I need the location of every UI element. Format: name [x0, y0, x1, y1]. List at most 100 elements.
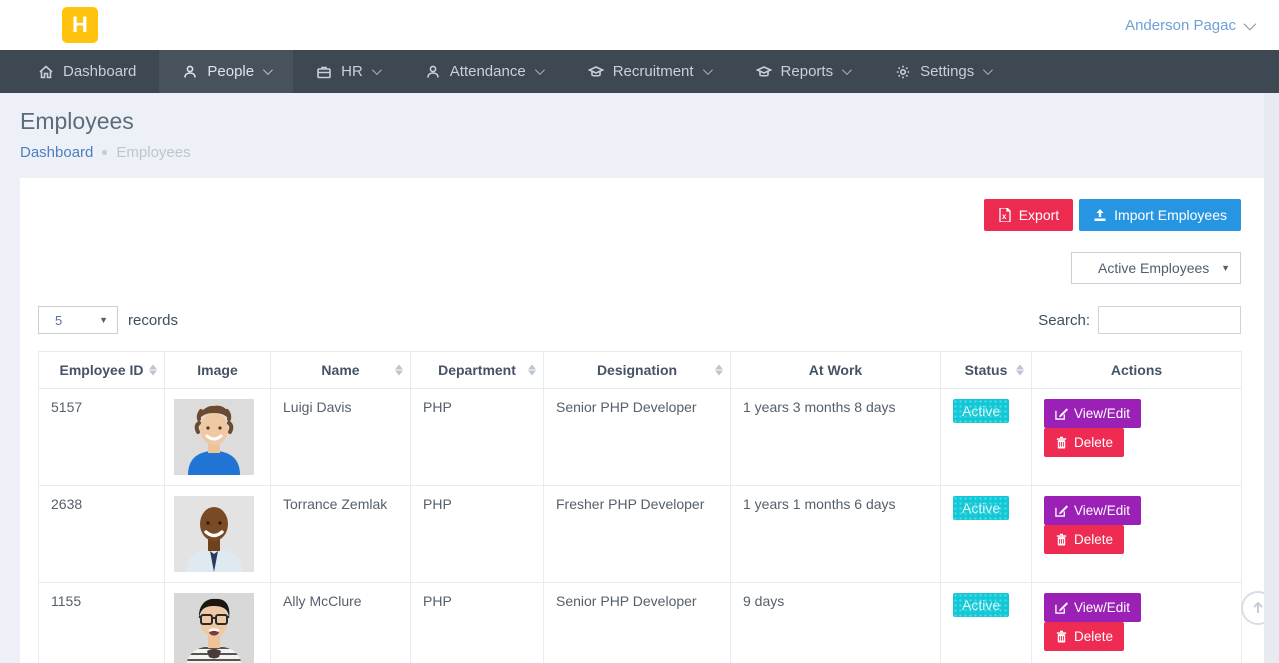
delete-button[interactable]: Delete	[1044, 622, 1124, 651]
chevron-down-icon	[535, 65, 545, 75]
cell-department: PHP	[411, 389, 544, 486]
cell-at-work: 1 years 1 months 6 days	[731, 486, 941, 583]
edit-icon	[1055, 504, 1068, 517]
cell-designation: Fresher PHP Developer	[544, 486, 731, 583]
view-edit-button[interactable]: View/Edit	[1044, 399, 1141, 428]
home-icon	[38, 64, 54, 80]
nav-item-settings[interactable]: Settings	[872, 50, 1013, 93]
sort-icon	[395, 365, 403, 376]
chevron-down-icon	[983, 65, 993, 75]
svg-text:x: x	[1002, 212, 1007, 221]
cell-at-work: 9 days	[731, 583, 941, 663]
nav-item-people[interactable]: People	[159, 50, 293, 93]
cell-actions: View/Edit Delete	[1032, 583, 1242, 663]
column-header-at-work[interactable]: At Work	[731, 352, 941, 389]
user-name: Anderson Pagac	[1125, 17, 1236, 34]
top-bar: H Anderson Pagac	[0, 0, 1279, 50]
cell-name: Ally McClure	[271, 583, 411, 663]
view-edit-label: View/Edit	[1074, 600, 1130, 615]
table-row: 5157 Luigi Davis PHP Senior PHP	[39, 389, 1242, 486]
table-row: 2638 Torrance Zemlak PHP Fresher PHP Dev…	[39, 486, 1242, 583]
cell-designation: Senior PHP Developer	[544, 389, 731, 486]
view-edit-label: View/Edit	[1074, 503, 1130, 518]
dropdown-arrow-icon: ▼	[1221, 263, 1230, 273]
app-logo[interactable]: H	[62, 7, 98, 43]
nav-item-attendance[interactable]: Attendance	[402, 50, 565, 93]
cell-image	[165, 486, 271, 583]
nav-label: Dashboard	[63, 63, 136, 80]
toolbar: x Export Import Employees	[38, 199, 1241, 231]
briefcase-icon	[316, 64, 332, 80]
cell-status: Active	[941, 389, 1032, 486]
nav-item-hr[interactable]: HR	[293, 50, 402, 93]
export-button[interactable]: x Export	[984, 199, 1073, 231]
nav-label: Attendance	[450, 63, 526, 80]
breadcrumb: Dashboard Employees	[20, 144, 1259, 161]
search-wrap: Search:	[1038, 306, 1241, 334]
employee-filter-select[interactable]: Active Employees ▼	[1071, 252, 1241, 284]
column-header-status[interactable]: Status	[941, 352, 1032, 389]
cell-image	[165, 389, 271, 486]
excel-file-icon: x	[998, 208, 1012, 222]
cell-designation: Senior PHP Developer	[544, 583, 731, 663]
chevron-down-icon	[1244, 17, 1257, 30]
dropdown-arrow-icon: ▼	[99, 315, 108, 325]
cell-status: Active	[941, 486, 1032, 583]
cell-status: Active	[941, 583, 1032, 663]
sort-icon	[528, 365, 536, 376]
person-icon	[425, 64, 441, 80]
delete-label: Delete	[1074, 629, 1113, 644]
column-header-department[interactable]: Department	[411, 352, 544, 389]
table-header-row: Employee ID Image Name Department Design…	[39, 352, 1242, 389]
person-icon	[182, 64, 198, 80]
nav-item-reports[interactable]: Reports	[733, 50, 873, 93]
view-edit-button[interactable]: View/Edit	[1044, 593, 1141, 622]
cell-employee-id: 5157	[39, 389, 165, 486]
edit-icon	[1055, 407, 1068, 420]
import-employees-button[interactable]: Import Employees	[1079, 199, 1241, 231]
chevron-down-icon	[703, 65, 713, 75]
cell-employee-id: 2638	[39, 486, 165, 583]
nav-label: Reports	[781, 63, 834, 80]
search-input[interactable]	[1098, 306, 1241, 334]
filter-value: Active Employees	[1098, 260, 1209, 276]
table-controls: 5 ▼ records Search:	[38, 306, 1241, 334]
trash-icon	[1055, 630, 1068, 643]
gear-icon	[895, 64, 911, 80]
export-label: Export	[1019, 207, 1059, 223]
user-menu[interactable]: Anderson Pagac	[1125, 17, 1253, 34]
view-edit-label: View/Edit	[1074, 406, 1130, 421]
cell-department: PHP	[411, 583, 544, 663]
chevron-down-icon	[263, 65, 273, 75]
column-header-image[interactable]: Image	[165, 352, 271, 389]
nav-label: Settings	[920, 63, 974, 80]
sort-icon	[149, 365, 157, 376]
employee-photo	[174, 593, 254, 663]
main-nav: Dashboard People HR Attendance Recruitme…	[0, 50, 1279, 93]
nav-label: HR	[341, 63, 363, 80]
scrollbar[interactable]	[1264, 93, 1279, 663]
sort-icon	[715, 365, 723, 376]
column-header-designation[interactable]: Designation	[544, 352, 731, 389]
delete-label: Delete	[1074, 435, 1113, 450]
employee-photo	[174, 496, 254, 572]
trash-icon	[1055, 436, 1068, 449]
cell-employee-id: 1155	[39, 583, 165, 663]
breadcrumb-dashboard-link[interactable]: Dashboard	[20, 144, 93, 161]
employees-panel: x Export Import Employees Active Employe…	[20, 178, 1264, 663]
cell-name: Torrance Zemlak	[271, 486, 411, 583]
nav-item-dashboard[interactable]: Dashboard	[15, 50, 159, 93]
view-edit-button[interactable]: View/Edit	[1044, 496, 1141, 525]
graduation-cap-icon	[588, 64, 604, 80]
table-row: 1155	[39, 583, 1242, 663]
nav-item-recruitment[interactable]: Recruitment	[565, 50, 733, 93]
nav-label: Recruitment	[613, 63, 694, 80]
trash-icon	[1055, 533, 1068, 546]
column-header-employee-id[interactable]: Employee ID	[39, 352, 165, 389]
cell-actions: View/Edit Delete	[1032, 389, 1242, 486]
delete-button[interactable]: Delete	[1044, 428, 1124, 457]
delete-button[interactable]: Delete	[1044, 525, 1124, 554]
records-per-page-select[interactable]: 5 ▼	[38, 306, 118, 334]
column-header-name[interactable]: Name	[271, 352, 411, 389]
graduation-cap-icon	[756, 64, 772, 80]
